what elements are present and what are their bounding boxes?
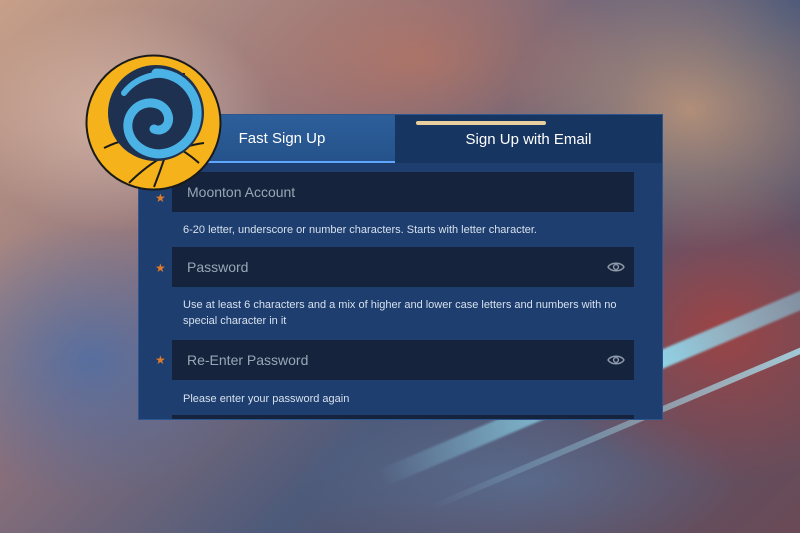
required-star-password: ★	[155, 261, 166, 275]
tab-sign-up-with-email-label: Sign Up with Email	[465, 130, 592, 148]
reenter-password-placeholder: Re-Enter Password	[187, 352, 309, 368]
reenter-password-input[interactable]: Re-Enter Password	[172, 340, 634, 380]
moonton-account-hint: 6-20 letter, underscore or number charac…	[183, 224, 537, 236]
tab-fast-sign-up-label: Fast Sign Up	[238, 129, 326, 147]
reenter-password-hint: Please enter your password again	[183, 393, 350, 405]
required-star-account: ★	[155, 191, 166, 205]
eye-icon[interactable]	[598, 340, 634, 380]
password-input[interactable]: Password	[172, 247, 634, 287]
password-hint: Use at least 6 characters and a mix of h…	[183, 299, 617, 327]
next-input-partial[interactable]	[172, 415, 634, 419]
eye-icon[interactable]	[598, 247, 634, 287]
password-placeholder: Password	[187, 259, 249, 275]
moonton-account-input[interactable]: Moonton Account	[172, 172, 634, 212]
screenshot-stage: Fast Sign Up Sign Up with Email ★ Moonto…	[0, 0, 800, 533]
moonton-account-placeholder: Moonton Account	[187, 184, 296, 200]
required-star-reenter-password: ★	[155, 353, 166, 367]
tab-active-indicator	[416, 121, 546, 125]
app-logo-icon	[84, 53, 223, 192]
